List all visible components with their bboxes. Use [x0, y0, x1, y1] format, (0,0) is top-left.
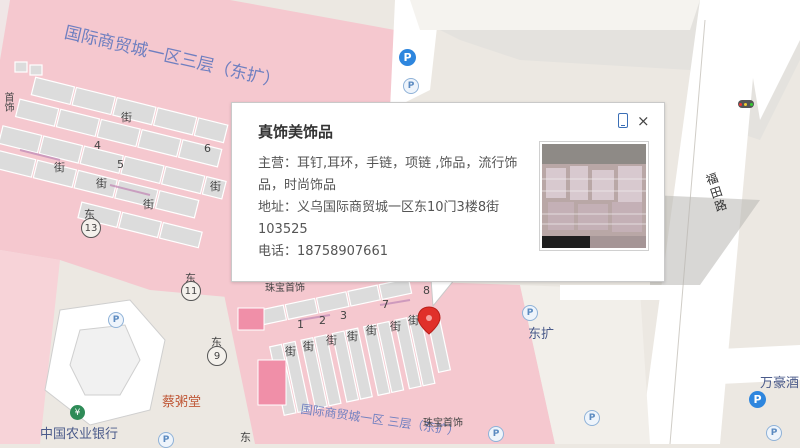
- parking-icon[interactable]: P: [766, 425, 782, 441]
- parking-icon[interactable]: P: [584, 410, 600, 426]
- street-label: 街: [54, 161, 65, 174]
- gate-number-badge: 11: [181, 281, 201, 301]
- poi-restaurant[interactable]: 蔡粥堂: [162, 391, 201, 410]
- block-number: 3: [340, 309, 347, 322]
- gate-number-badge: 13: [81, 218, 101, 238]
- phone-icon[interactable]: [618, 113, 628, 128]
- gate-label: 东: [240, 431, 251, 444]
- street-label: 街: [366, 324, 377, 337]
- popup-tail: [430, 278, 457, 308]
- parking-icon[interactable]: P: [108, 312, 124, 328]
- phone-label: 电话：: [258, 244, 298, 259]
- street-label: 街: [285, 345, 296, 358]
- street-label: 街: [326, 334, 337, 347]
- parking-icon[interactable]: P: [399, 49, 416, 66]
- street-label: 街: [390, 320, 401, 333]
- shop-photo[interactable]: [539, 141, 649, 251]
- poi-bank[interactable]: 中国农业银行: [40, 423, 118, 442]
- block-number: 4: [94, 139, 101, 152]
- shop-info: 主营：耳钉,耳环，手链，项链 ,饰品，流行饰品，时尚饰品 地址：义乌国际商贸城一…: [258, 153, 523, 263]
- gate-number-badge: 9: [207, 346, 227, 366]
- street-label: 街: [210, 180, 221, 193]
- shop-label: 珠宝首饰: [423, 418, 463, 429]
- shop-label: 首饰: [2, 92, 13, 112]
- block-number: 5: [117, 158, 124, 171]
- block-number: 7: [382, 298, 389, 311]
- business-value: 耳钉,耳环，手链，项链 ,饰品，流行饰品，时尚饰品: [258, 156, 518, 193]
- business-row: 主营：耳钉,耳环，手链，项链 ,饰品，流行饰品，时尚饰品: [258, 153, 523, 197]
- block-number: 6: [204, 142, 211, 155]
- address-label: 地址：: [258, 200, 298, 215]
- parking-icon[interactable]: P: [158, 432, 174, 448]
- street-label: 街: [303, 340, 314, 353]
- street-label: 街: [347, 330, 358, 343]
- phone-value[interactable]: 18758907661: [297, 244, 388, 259]
- parking-icon[interactable]: P: [403, 78, 419, 94]
- block-number: 1: [297, 318, 304, 331]
- close-button[interactable]: ×: [637, 112, 650, 130]
- street-label: 街: [143, 198, 154, 211]
- poi-east-ext[interactable]: 东扩: [528, 323, 554, 342]
- bank-icon: ¥: [70, 405, 85, 420]
- block-number: 2: [319, 314, 326, 327]
- street-label: 街: [121, 111, 132, 124]
- address-row: 地址：义乌国际商贸城一区东10门3楼8街103525: [258, 197, 523, 241]
- street-label: 街: [96, 177, 107, 190]
- poi-hotel[interactable]: 万豪酒: [760, 372, 799, 391]
- street-label: 街: [408, 314, 419, 327]
- parking-icon[interactable]: P: [522, 305, 538, 321]
- info-popup: 真饰美饰品 × 主营：耳钉,耳环，手链，项链 ,饰品，流行饰品，时尚饰品 地址：…: [231, 102, 665, 282]
- phone-row: 电话：18758907661: [258, 241, 523, 263]
- shop-title: 真饰美饰品: [258, 123, 334, 141]
- parking-icon[interactable]: P: [749, 391, 766, 408]
- business-label: 主营：: [258, 156, 298, 171]
- parking-icon[interactable]: P: [488, 426, 504, 442]
- traffic-light-icon: [738, 100, 754, 108]
